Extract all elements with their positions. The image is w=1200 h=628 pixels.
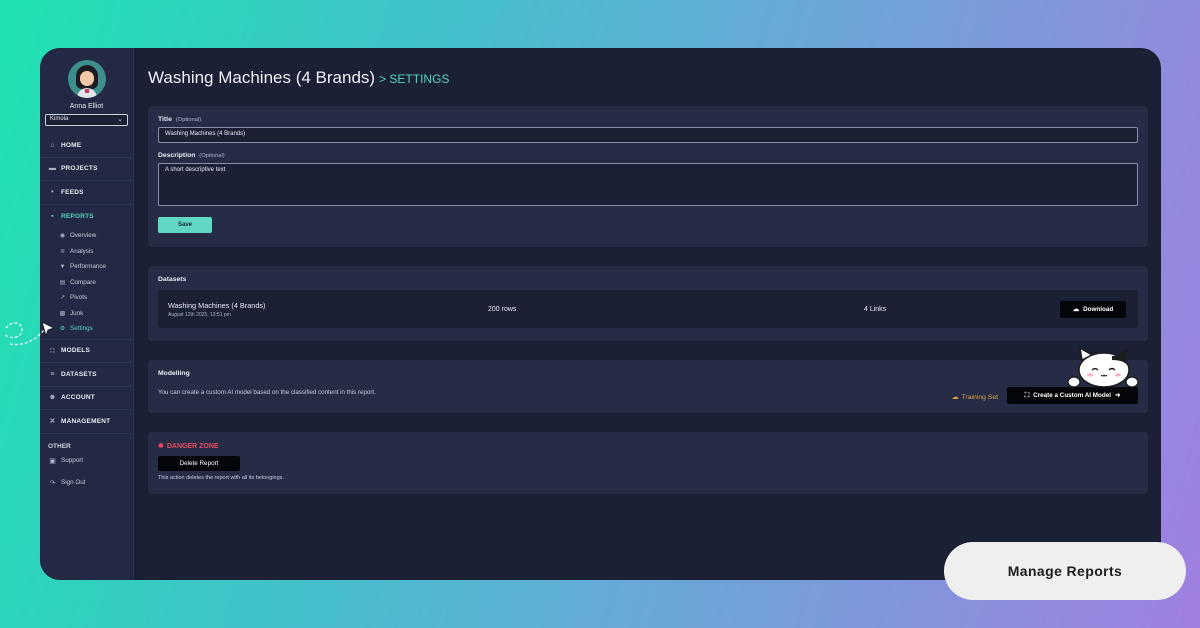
tools-icon: ✕ [49, 418, 56, 426]
submenu-label: Overview [70, 232, 97, 240]
sidebar-item-support[interactable]: ▣ Support [40, 450, 133, 472]
sidebar-item-sign-out[interactable]: ↷ Sign Out [40, 472, 133, 494]
other-heading: OTHER [48, 442, 71, 450]
app-window: Anna Elliot Kimola ⌄ ⌂ HOME ▬ PROJECTS •… [40, 48, 1161, 580]
modelling-heading: Modelling [158, 370, 190, 377]
eye-icon: ◉ [59, 233, 66, 240]
modelling-panel: Modelling You can create a custom AI mod… [148, 360, 1148, 413]
delete-report-button[interactable]: Delete Report [158, 456, 240, 471]
dataset-date: August 12th 2025, 13:51 pm [168, 311, 231, 318]
dataset-name: Washing Machines (4 Brands) [168, 300, 266, 310]
danger-zone-description: This action deletes the report with all … [158, 475, 284, 481]
trophy-icon: ▼ [59, 263, 66, 270]
sidebar-item-label: MODELS [61, 347, 91, 355]
trash-icon: ▩ [59, 310, 66, 317]
folder-icon: ▬ [48, 165, 57, 173]
sidebar-item-label: ACCOUNT [61, 394, 95, 402]
submenu-label: Pivots [70, 294, 88, 302]
submenu-label: Settings [70, 325, 93, 333]
submenu-label: Performance [70, 263, 107, 271]
sidebar-item-home[interactable]: ⌂ HOME [40, 134, 133, 158]
sidebar-item-label: Sign Out [61, 479, 86, 486]
cloud-download-icon: ☁ [1072, 305, 1080, 313]
cursor-pointer-icon [3, 321, 56, 346]
gear-icon: ⚙ [59, 326, 66, 333]
cat-mascot-icon [1067, 346, 1138, 388]
description-field-label: Description (Optional) [158, 152, 1138, 159]
training-set-label: Training Set [961, 393, 998, 401]
feed-icon: • [51, 188, 54, 196]
danger-heading-text: DANGER ZONE [166, 442, 219, 450]
home-icon: ⌂ [50, 141, 55, 149]
training-set-link[interactable]: ☁ Training Set [951, 393, 998, 402]
document-icon: ▤ [59, 279, 66, 286]
sidebar-item-datasets[interactable]: ≡ DATASETS [40, 363, 133, 387]
support-icon: ▣ [49, 457, 56, 465]
sidebar-item-feeds[interactable]: • FEEDS [40, 181, 133, 205]
description-textarea[interactable]: A short descriptive text [158, 163, 1138, 206]
user-name: Anna Elliot [69, 103, 104, 110]
submenu-item-pivots[interactable]: ↗ Pivots [59, 290, 133, 306]
title-field-label: Title (Optional) [158, 116, 1138, 123]
dataset-row[interactable]: Washing Machines (4 Brands) August 12th … [158, 290, 1138, 328]
page-title: Washing Machines (4 Brands) [148, 68, 376, 87]
submenu-item-compare[interactable]: ▤ Compare [59, 275, 133, 291]
expand-icon: ⛶ [1024, 391, 1030, 399]
dataset-links[interactable]: 4 Links [864, 306, 886, 313]
breadcrumb: > SETTINGS [379, 72, 450, 86]
avatar[interactable] [67, 60, 106, 98]
submenu-item-settings[interactable]: ⚙ Settings [59, 321, 133, 337]
chart-line-icon: ≋ [59, 248, 66, 255]
download-button[interactable]: ☁ Download [1060, 300, 1126, 318]
page-header: Washing Machines (4 Brands) > SETTINGS [148, 68, 1148, 90]
label-text: Description [158, 152, 196, 159]
main-content: Washing Machines (4 Brands) > SETTINGS T… [134, 48, 1161, 580]
promo-pill: Manage Reports [944, 542, 1186, 600]
trend-icon: ↗ [59, 295, 66, 302]
save-button[interactable]: Save [158, 217, 212, 233]
sign-out-icon: ↷ [49, 479, 56, 487]
danger-zone-panel: ✹ DANGER ZONE Delete Report This action … [148, 432, 1148, 494]
bug-icon: ✹ [158, 443, 164, 450]
sidebar-item-label: DATASETS [61, 370, 97, 378]
sidebar-item-label: Support [61, 457, 84, 464]
sidebar-item-account[interactable]: ☻ ACCOUNT [40, 387, 133, 410]
bar-chart-icon: ▪ [51, 212, 54, 220]
datasets-panel: Datasets Washing Machines (4 Brands) Aug… [148, 266, 1148, 341]
submenu-item-overview[interactable]: ◉ Overview [59, 228, 133, 244]
chevron-down-icon: ⌄ [117, 116, 123, 123]
sidebar-item-label: REPORTS [61, 212, 94, 220]
optional-hint: (Optional) [175, 117, 202, 123]
sidebar-nav: ⌂ HOME ▬ PROJECTS • FEEDS ▪ REPORTS ◉ Ov… [40, 134, 133, 494]
sidebar-item-projects[interactable]: ▬ PROJECTS [40, 158, 133, 181]
submenu-label: Analysis [70, 247, 94, 255]
optional-hint: (Optional) [199, 153, 225, 159]
sidebar-item-label: HOME [61, 141, 82, 149]
stack-icon: ≡ [50, 370, 55, 378]
submenu-item-junk[interactable]: ▩ Junk [59, 306, 133, 322]
users-icon: ☻ [48, 394, 57, 402]
danger-zone-heading: ✹ DANGER ZONE [158, 442, 1138, 451]
download-label: Download [1083, 305, 1114, 313]
datasets-heading: Datasets [158, 276, 187, 283]
submenu-item-analysis[interactable]: ≋ Analysis [59, 244, 133, 260]
sidebar-item-reports[interactable]: ▪ REPORTS [40, 205, 133, 229]
submenu-item-performance[interactable]: ▼ Performance [59, 259, 133, 275]
sidebar-item-label: MANAGEMENT [61, 417, 111, 425]
sidebar: Anna Elliot Kimola ⌄ ⌂ HOME ▬ PROJECTS •… [40, 48, 134, 580]
submenu-label: Junk [70, 309, 84, 317]
cloud-icon: ☁ [951, 394, 959, 401]
org-select[interactable]: Kimola ⌄ [45, 114, 128, 126]
org-select-value: Kimola [50, 116, 69, 122]
sidebar-item-management[interactable]: ✕ MANAGEMENT [40, 410, 133, 434]
sidebar-item-label: FEEDS [61, 188, 84, 196]
label-text: Title [158, 116, 172, 123]
dataset-row-count: 200 rows [488, 305, 517, 313]
sidebar-item-label: PROJECTS [61, 165, 98, 173]
title-input[interactable]: Washing Machines (4 Brands) [158, 127, 1138, 143]
submenu-label: Compare [70, 278, 96, 286]
settings-form-panel: Title (Optional) Washing Machines (4 Bra… [148, 106, 1148, 247]
